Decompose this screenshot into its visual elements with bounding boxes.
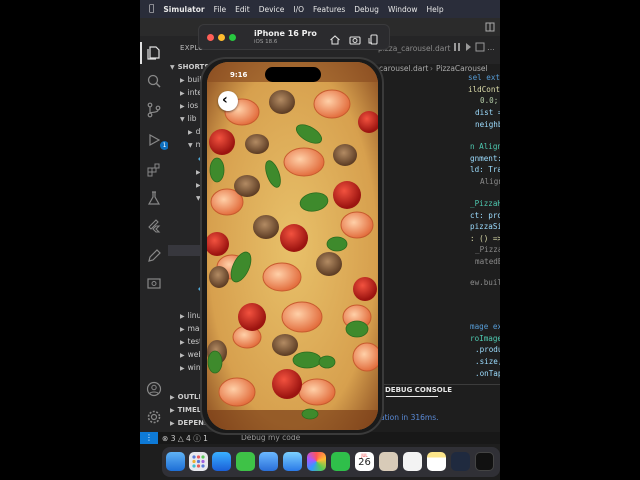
account-icon[interactable]	[146, 381, 162, 397]
gear-icon[interactable]	[146, 409, 162, 425]
pizza-hero-image[interactable]	[207, 62, 378, 430]
close-window-button[interactable]	[207, 34, 214, 41]
apple-tv-icon[interactable]	[475, 452, 494, 471]
problems-status[interactable]: ⊗ 3 △ 4 ⓘ 1	[162, 433, 208, 444]
testing-icon[interactable]	[146, 190, 162, 206]
folder-ios[interactable]: ▶ ios	[180, 101, 198, 110]
code-line: dist = (page - index).abs(	[475, 108, 500, 117]
code-line: n Align(	[470, 142, 500, 151]
code-line: ildContext context) {	[468, 85, 500, 94]
menu-file[interactable]: File	[214, 5, 227, 14]
remote-explorer-icon[interactable]	[146, 276, 162, 292]
pizza-image[interactable]	[207, 62, 378, 430]
photos-icon[interactable]	[307, 452, 326, 471]
code-line: ew.builder	[470, 278, 500, 287]
debug-output-line: ation in 316ms.	[380, 413, 439, 422]
notes-icon[interactable]	[427, 452, 446, 471]
back-button[interactable]: ‹	[218, 91, 238, 111]
code-line: pizzaSize,	[470, 222, 500, 231]
debug-console-underline	[386, 396, 438, 397]
code-line: .product,	[475, 345, 500, 354]
calendar-icon[interactable]: JUL 26	[355, 452, 374, 471]
zoom-window-button[interactable]	[229, 34, 236, 41]
screenshot-icon[interactable]	[349, 31, 361, 45]
code-line: .onTap,	[475, 369, 500, 378]
mac-menu-bar:  Simulator File Edit Device I/O Feature…	[140, 0, 500, 18]
code-line: roImage({	[470, 334, 500, 343]
app-store-icon[interactable]	[283, 452, 302, 471]
folder-integration[interactable]: ▶ inte	[180, 88, 202, 97]
code-line: ld: Transform.scale(scale:	[470, 165, 500, 174]
breadcrumb-class[interactable]: PizzaCarousel	[436, 64, 488, 73]
svg-text:…: …	[487, 43, 494, 52]
code-line: Align	[480, 177, 500, 186]
dynamic-island	[265, 67, 321, 82]
folder-windows[interactable]: ▶ win	[180, 363, 201, 372]
customize-layout-icon[interactable]	[485, 22, 495, 32]
code-line: ct: product,	[470, 211, 500, 220]
editor-actions-icon[interactable]: …	[454, 42, 494, 52]
chevron-left-icon: ‹	[222, 92, 228, 108]
run-debug-icon[interactable]: 1	[146, 132, 169, 150]
messages-icon[interactable]	[236, 452, 255, 471]
error-icon: ⊗	[162, 434, 169, 443]
code-line: _PizzaHeroImage(	[470, 199, 500, 208]
finder-icon[interactable]	[166, 452, 185, 471]
menu-io[interactable]: I/O	[293, 5, 304, 14]
panel-divider	[380, 384, 500, 385]
remote-indicator-icon[interactable]: ⋮	[140, 432, 158, 444]
breadcrumb-file[interactable]: carousel.dart	[379, 64, 428, 73]
folder-test[interactable]: ▶ test	[180, 337, 202, 346]
reminders-icon[interactable]	[403, 452, 422, 471]
contacts-icon[interactable]	[379, 452, 398, 471]
tab-debug-console[interactable]: DEBUG CONSOLE	[385, 386, 452, 394]
timeline-section[interactable]: ▶ TIMEL	[170, 406, 201, 414]
search-icon[interactable]	[146, 73, 162, 89]
code-line: : () => onPizzaTap(product)	[470, 234, 500, 243]
outline-section[interactable]: ▶ OUTLI	[170, 393, 201, 401]
extensions-icon[interactable]	[146, 162, 162, 178]
menu-features[interactable]: Features	[313, 5, 345, 14]
code-line: 0.0;	[480, 96, 499, 105]
apple-icon[interactable]: 	[149, 4, 154, 14]
phone-status-time: 9:16	[230, 71, 248, 79]
code-line: matedBuilder	[475, 257, 500, 266]
simulator-device-name: iPhone 16 Pro	[254, 29, 317, 38]
warning-icon: △	[177, 434, 184, 443]
menu-window[interactable]: Window	[388, 5, 418, 14]
folder-d[interactable]: ▶ d	[188, 127, 200, 136]
folder-lib[interactable]: ▼ lib	[180, 114, 197, 123]
code-line: _PizzaHeroImage	[475, 245, 500, 254]
flutter-icon[interactable]	[146, 218, 162, 234]
menu-help[interactable]: Help	[427, 5, 444, 14]
menu-debug[interactable]: Debug	[354, 5, 379, 14]
activity-bar: 1	[140, 36, 169, 432]
source-control-icon[interactable]	[146, 102, 162, 118]
info-icon: ⓘ	[193, 434, 201, 443]
mail-icon[interactable]	[259, 452, 278, 471]
menu-app-name[interactable]: Simulator	[163, 5, 204, 14]
folder-linux[interactable]: ▶ linu	[180, 311, 201, 320]
freeform-icon[interactable]	[451, 452, 470, 471]
facetime-icon[interactable]	[331, 452, 350, 471]
code-line: gnment: Alignment.center,	[470, 154, 500, 163]
code-line: sel extends StatelessWidget	[468, 73, 500, 82]
home-icon[interactable]	[329, 31, 341, 45]
explorer-icon[interactable]	[146, 45, 162, 61]
menu-device[interactable]: Device	[259, 5, 285, 14]
minimize-window-button[interactable]	[218, 34, 225, 41]
rotate-icon[interactable]	[368, 31, 380, 45]
safari-icon[interactable]	[212, 452, 231, 471]
simulator-title-bar: iPhone 16 Pro iOS 18.6	[198, 24, 390, 50]
code-line: mage extends StatelessWidge	[470, 322, 500, 331]
code-line: .size,	[475, 357, 500, 366]
code-line: neighborScale = lerpDouble	[475, 120, 500, 129]
menu-edit[interactable]: Edit	[235, 5, 250, 14]
simulator-os-version: iOS 18.6	[254, 39, 278, 45]
launchpad-icon[interactable]	[189, 452, 208, 471]
pen-icon[interactable]	[146, 248, 162, 264]
